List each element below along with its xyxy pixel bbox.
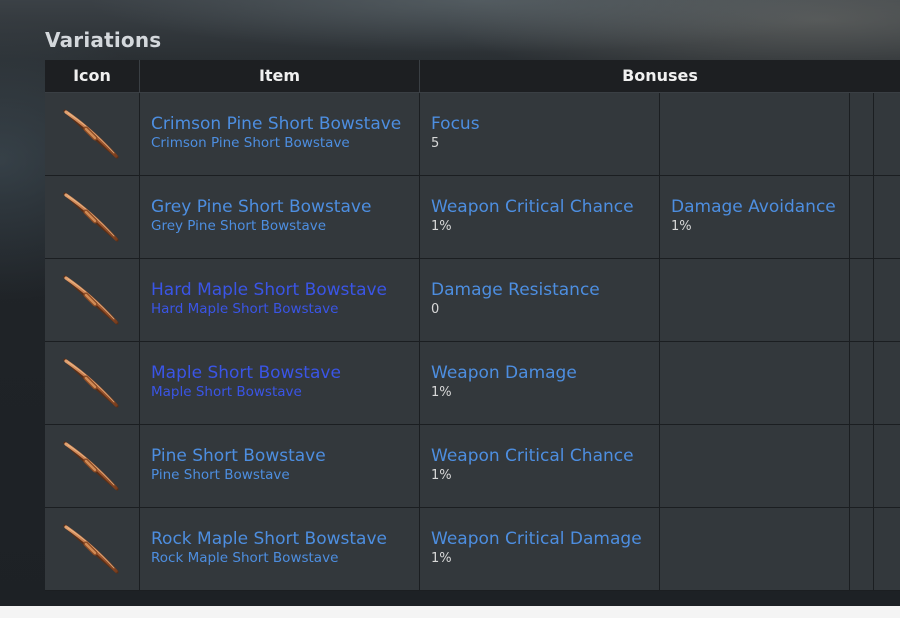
item-name-link[interactable]: Hard Maple Short Bowstave	[151, 280, 387, 300]
item-subname-link[interactable]: Crimson Pine Short Bowstave	[151, 135, 350, 151]
bonus-cell-3	[850, 259, 874, 341]
item-subname-link[interactable]: Maple Short Bowstave	[151, 384, 302, 400]
item-cell: Grey Pine Short Bowstave Grey Pine Short …	[140, 176, 420, 258]
bonus-cell-4	[874, 342, 900, 424]
item-cell: Hard Maple Short Bowstave Hard Maple Shor…	[140, 259, 420, 341]
variations-table: Icon Item Bonuses Crimson Pine Short Bow…	[45, 60, 900, 591]
bowstave-icon[interactable]	[62, 191, 120, 243]
header-icon: Icon	[45, 60, 140, 92]
bonus-cell-2	[660, 342, 850, 424]
page-bottom-edge	[0, 606, 900, 618]
bonus-value: 1%	[431, 385, 452, 400]
bonus-value: 1%	[431, 551, 452, 566]
table-row: Pine Short Bowstave Pine Short Bowstave We…	[45, 425, 900, 508]
bonus-cell-1: Weapon Critical Chance 1%	[420, 425, 660, 507]
bonus-cell-4	[874, 425, 900, 507]
item-name-link[interactable]: Rock Maple Short Bowstave	[151, 529, 387, 549]
item-subname-link[interactable]: Grey Pine Short Bowstave	[151, 218, 326, 234]
bonus-cell-1: Focus 5	[420, 93, 660, 175]
bonus-cell-2	[660, 508, 850, 590]
bonus-value: 1%	[671, 219, 692, 234]
bonus-value: 1%	[431, 219, 452, 234]
bonus-cell-4	[874, 93, 900, 175]
bonus-name-link[interactable]: Focus	[431, 114, 480, 134]
item-name-link[interactable]: Maple Short Bowstave	[151, 363, 341, 383]
bonus-cell-1: Damage Resistance 0	[420, 259, 660, 341]
item-name-link[interactable]: Crimson Pine Short Bowstave	[151, 114, 401, 134]
bowstave-icon[interactable]	[62, 108, 120, 160]
bonus-cell-1: Weapon Critical Chance 1%	[420, 176, 660, 258]
bonus-cell-4	[874, 176, 900, 258]
bowstave-icon[interactable]	[62, 274, 120, 326]
bonus-cell-4	[874, 259, 900, 341]
bonus-name-link[interactable]: Weapon Critical Chance	[431, 197, 634, 217]
header-item: Item	[140, 60, 420, 92]
bonus-value: 0	[431, 302, 440, 317]
icon-cell	[45, 259, 140, 341]
table-row: Maple Short Bowstave Maple Short Bowstave…	[45, 342, 900, 425]
item-cell: Pine Short Bowstave Pine Short Bowstave	[140, 425, 420, 507]
icon-cell	[45, 508, 140, 590]
bonus-cell-3	[850, 425, 874, 507]
table-row: Hard Maple Short Bowstave Hard Maple Shor…	[45, 259, 900, 342]
icon-cell	[45, 93, 140, 175]
bonus-cell-4	[874, 508, 900, 590]
bonus-name-link[interactable]: Weapon Critical Chance	[431, 446, 634, 466]
icon-cell	[45, 342, 140, 424]
icon-cell	[45, 425, 140, 507]
item-subname-link[interactable]: Pine Short Bowstave	[151, 467, 290, 483]
bonus-value: 1%	[431, 468, 452, 483]
table-row: Grey Pine Short Bowstave Grey Pine Short …	[45, 176, 900, 259]
item-subname-link[interactable]: Hard Maple Short Bowstave	[151, 301, 338, 317]
bonus-cell-2: Damage Avoidance 1%	[660, 176, 850, 258]
bowstave-icon[interactable]	[62, 440, 120, 492]
item-name-link[interactable]: Pine Short Bowstave	[151, 446, 326, 466]
table-row: Rock Maple Short Bowstave Rock Maple Shor…	[45, 508, 900, 591]
bowstave-icon[interactable]	[62, 523, 120, 575]
bonus-cell-3	[850, 342, 874, 424]
bonus-cell-2	[660, 425, 850, 507]
item-cell: Crimson Pine Short Bowstave Crimson Pine …	[140, 93, 420, 175]
item-cell: Rock Maple Short Bowstave Rock Maple Shor…	[140, 508, 420, 590]
header-bonuses: Bonuses	[622, 66, 698, 85]
bonus-value: 5	[431, 136, 440, 151]
table-header: Icon Item Bonuses	[45, 60, 900, 93]
section-title: Variations	[45, 28, 162, 52]
bowstave-icon[interactable]	[62, 357, 120, 409]
item-name-link[interactable]: Grey Pine Short Bowstave	[151, 197, 371, 217]
bonus-cell-1: Weapon Critical Damage 1%	[420, 508, 660, 590]
bonus-cell-2	[660, 93, 850, 175]
bonus-cell-1: Weapon Damage 1%	[420, 342, 660, 424]
bonus-name-link[interactable]: Weapon Damage	[431, 363, 577, 383]
bonus-name-link[interactable]: Damage Avoidance	[671, 197, 836, 217]
bonus-cell-3	[850, 176, 874, 258]
table-row: Crimson Pine Short Bowstave Crimson Pine …	[45, 93, 900, 176]
item-cell: Maple Short Bowstave Maple Short Bowstave	[140, 342, 420, 424]
bonus-name-link[interactable]: Damage Resistance	[431, 280, 600, 300]
bonus-cell-3	[850, 93, 874, 175]
bonus-cell-2	[660, 259, 850, 341]
bonus-cell-3	[850, 508, 874, 590]
bonus-name-link[interactable]: Weapon Critical Damage	[431, 529, 642, 549]
icon-cell	[45, 176, 140, 258]
item-subname-link[interactable]: Rock Maple Short Bowstave	[151, 550, 338, 566]
